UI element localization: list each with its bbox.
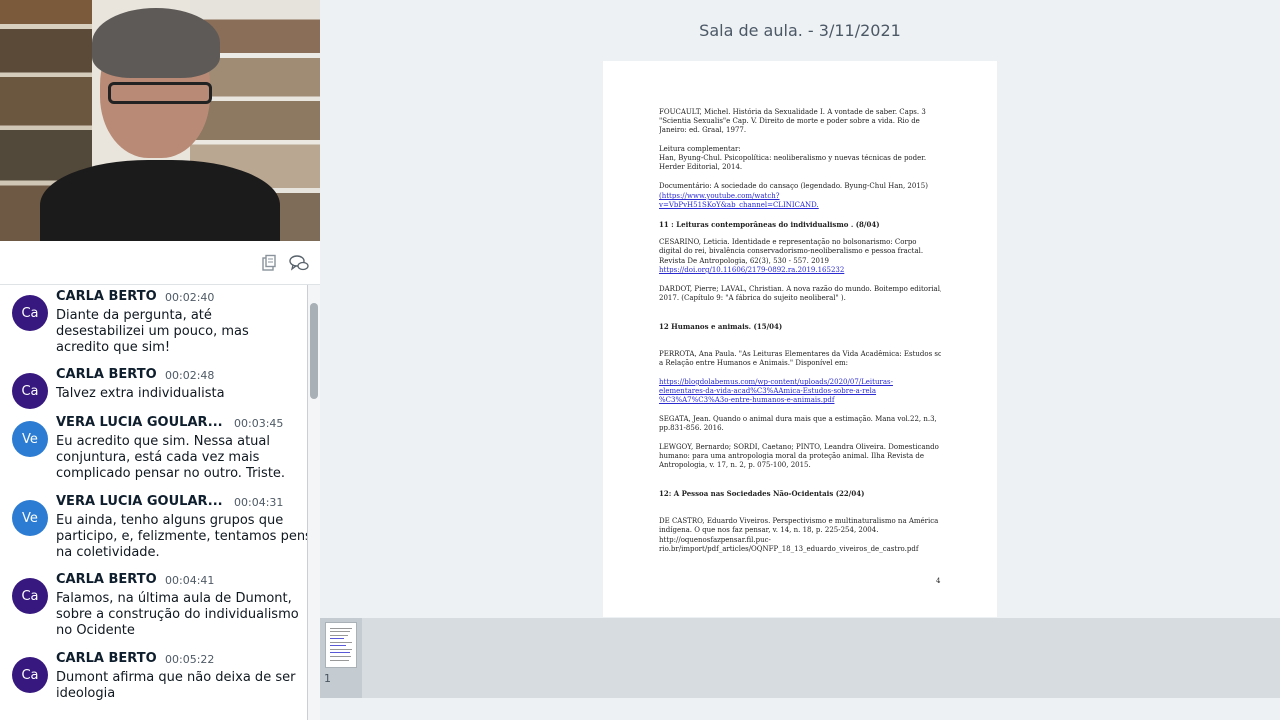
sender-name: VERA LUCIA GOULAR... <box>56 415 223 430</box>
doc-line: Han, Byung-Chul. Psicopolítica: neoliber… <box>659 154 927 162</box>
doc-heading: 11 : Leituras contemporâneas do individu… <box>659 220 880 229</box>
doc-link[interactable]: %C3%A7%C3%A3o-entre-humanos-e-animais.pd… <box>659 396 941 405</box>
doc-line: DE CASTRO, Eduardo Viveiros. Perspectivi… <box>659 517 939 525</box>
message-time: 00:02:48 <box>165 369 215 382</box>
left-panel: Ca CARLA BERTO 00:02:40 Diante da pergun… <box>0 0 320 720</box>
doc-line: http://oquenosfazpensar.fil.puc- <box>659 536 771 544</box>
doc-line: a Relação entre Humanos e Animais." Disp… <box>659 359 848 367</box>
message-time: 00:04:41 <box>165 574 215 587</box>
message-time: 00:03:45 <box>234 417 284 430</box>
slide-thumbnail[interactable]: 1 <box>320 618 362 698</box>
chat-bubbles-icon[interactable] <box>289 253 309 273</box>
message-text: Diante da pergunta, até desestabilizei u… <box>56 308 249 355</box>
chat-scrollbar[interactable] <box>307 285 320 720</box>
chat-message-list[interactable]: Ca CARLA BERTO 00:02:40 Diante da pergun… <box>0 285 307 720</box>
doc-line: "Scientia Sexualis"e Cap. V. Direito de … <box>659 117 920 125</box>
doc-line: Antropologia, v. 17, n. 2, p. 075-100, 2… <box>659 461 811 469</box>
doc-line: PERROTA, Ana Paula. "As Leituras Element… <box>659 350 941 358</box>
message-time: 00:02:40 <box>165 291 215 304</box>
thumbnail-image[interactable] <box>325 622 357 668</box>
avatar: Ca <box>12 578 48 614</box>
doc-link[interactable]: https://blogdolabemus.com/wp-content/upl… <box>659 378 941 387</box>
doc-line: DARDOT, Pierre; LAVAL, Christian. A nova… <box>659 285 941 293</box>
bottom-bar <box>320 698 1280 720</box>
avatar: Ca <box>12 295 48 331</box>
sender-name: CARLA BERTO <box>56 651 157 666</box>
doc-link[interactable]: (https://www.youtube.com/watch? <box>659 192 941 201</box>
avatar: Ve <box>12 421 48 457</box>
webcam-video <box>0 0 320 241</box>
doc-line: Revista De Antropologia, 62(3), 530 - 55… <box>659 257 829 265</box>
doc-line: pp.831-856. 2016. <box>659 424 724 432</box>
message-text: Eu acredito que sim. Nessa atual conjunt… <box>56 434 286 481</box>
presentation-title: Sala de aula. - 3/11/2021 <box>699 21 901 40</box>
doc-line: rio.br/import/pdf_articles/OQNFP_18_13_e… <box>659 545 919 553</box>
copy-icon[interactable] <box>259 253 279 273</box>
doc-link[interactable]: https://doi.org/10.11606/2179-0892.ra.20… <box>659 266 941 275</box>
doc-link[interactable]: elementares-da-vida-acad%C3%AAmica-Estud… <box>659 387 941 396</box>
doc-line: humano: para uma antropologia moral da p… <box>659 452 925 460</box>
doc-line: Janeiro: ed. Graal, 1977. <box>659 126 747 134</box>
message-text: Talvez extra individualista <box>56 386 225 401</box>
sender-name: CARLA BERTO <box>56 572 157 587</box>
doc-line: Documentário: A sociedade do cansaço (le… <box>659 182 928 190</box>
doc-line: Herder Editorial, 2014. <box>659 163 743 171</box>
doc-line: 2017. (Capítulo 9: "A fábrica do sujeito… <box>659 294 846 302</box>
doc-line: digital do rei, bivalência conservadoris… <box>659 247 924 255</box>
sender-name: VERA LUCIA GOULAR... <box>56 494 223 509</box>
sender-name: CARLA BERTO <box>56 367 157 382</box>
document-page: FOUCAULT, Michel. História da Sexualidad… <box>603 61 997 617</box>
doc-line: LEWGOY, Bernardo; SORDI, Caetano; PINTO,… <box>659 443 941 451</box>
message-text: Dumont afirma que não deixa de ser ideol… <box>56 670 296 701</box>
chat-toolbar <box>0 241 320 285</box>
thumbnail-strip: 1 <box>320 618 1280 698</box>
doc-line: CESARINO, Leticia. Identidade e represen… <box>659 238 917 246</box>
doc-line: SEGATA, Jean. Quando o animal dura mais … <box>659 415 937 423</box>
doc-heading: 12: A Pessoa nas Sociedades Não-Ocidenta… <box>659 489 865 498</box>
doc-line: indígena. O que nos faz pensar, v. 14, n… <box>659 526 879 534</box>
page-number: 4 <box>936 577 941 585</box>
message-text: Falamos, na última aula de Dumont, sobre… <box>56 591 299 638</box>
doc-link[interactable]: v=VbPvH51SKoY&ab_channel=CLINICAND. <box>659 201 941 210</box>
presenter-body <box>40 160 280 241</box>
doc-line: FOUCAULT, Michel. História da Sexualidad… <box>659 108 926 116</box>
avatar: Ca <box>12 373 48 409</box>
avatar: Ve <box>12 500 48 536</box>
sender-name: CARLA BERTO <box>56 289 157 304</box>
doc-line: Leitura complementar: <box>659 145 741 153</box>
doc-heading: 12 Humanos e animais. (15/04) <box>659 322 783 331</box>
message-text: Eu ainda, tenho alguns grupos que partic… <box>56 513 307 560</box>
thumbnail-number: 1 <box>324 672 331 685</box>
message-time: 00:05:22 <box>165 653 215 666</box>
chat-scrollbar-thumb[interactable] <box>310 303 318 399</box>
avatar: Ca <box>12 657 48 693</box>
message-time: 00:04:31 <box>234 496 284 509</box>
presenter-glasses <box>108 82 212 104</box>
presenter-hair <box>92 8 220 78</box>
